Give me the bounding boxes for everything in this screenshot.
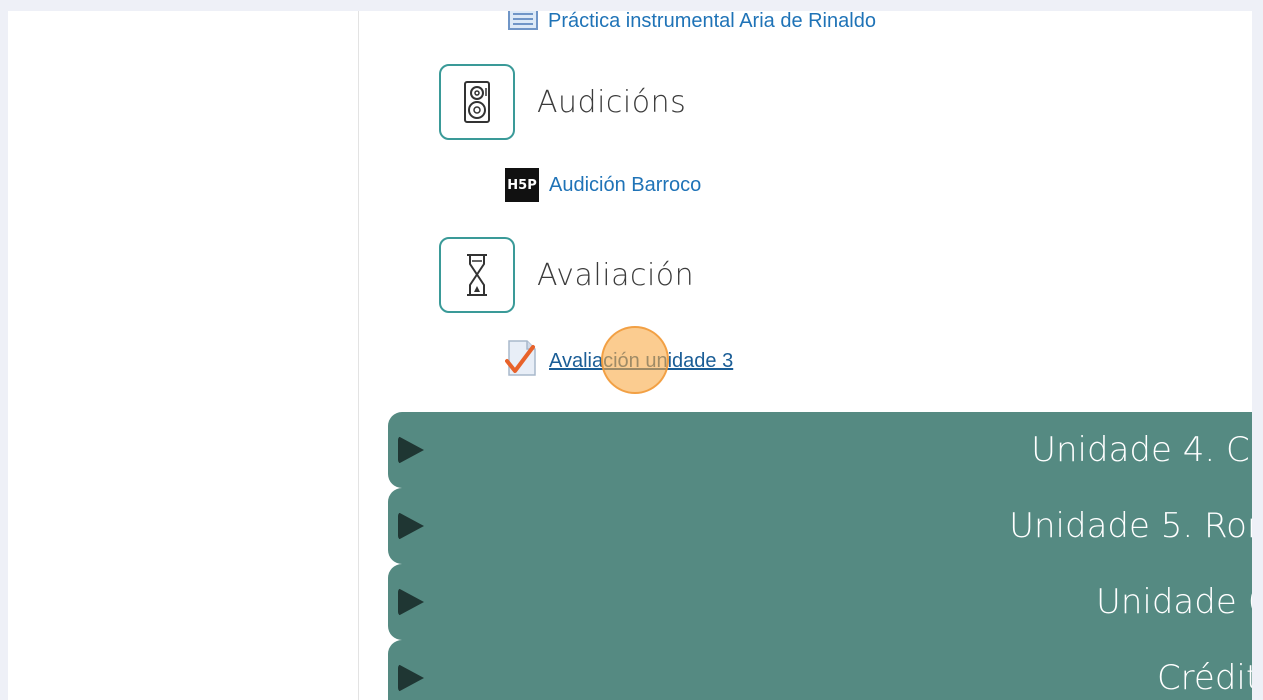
expand-arrow-icon[interactable] [398, 436, 424, 464]
unit-6-bar[interactable]: Unidade 6. [388, 564, 1252, 640]
speaker-icon [439, 64, 515, 140]
section-audicions: Audicións [439, 64, 686, 140]
unit-5-bar[interactable]: Unidade 5. Rom [388, 488, 1252, 564]
activity-listening-label[interactable]: Audición Barroco [549, 174, 701, 197]
unit-title[interactable]: Unidade 5. Rom [1009, 506, 1252, 546]
activity-listening[interactable]: H5P Audición Barroco [505, 168, 701, 202]
left-column [8, 11, 359, 700]
section-avaliacion: Avaliación [439, 237, 694, 313]
unit-4-bar[interactable]: Unidade 4. Cla [388, 412, 1252, 488]
unit-title[interactable]: Unidade 6. [1096, 582, 1252, 622]
page-icon [508, 11, 538, 36]
hourglass-icon [439, 237, 515, 313]
course-content-viewport: Práctica instrumental Aria de Rinaldo Au… [8, 11, 1252, 700]
click-indicator [601, 326, 669, 394]
unit-title[interactable]: Crédito [1157, 658, 1252, 698]
quiz-check-icon [505, 339, 539, 383]
activity-practice[interactable]: Práctica instrumental Aria de Rinaldo [508, 11, 876, 36]
activity-practice-label[interactable]: Práctica instrumental Aria de Rinaldo [548, 11, 876, 33]
unit-title[interactable]: Unidade 4. Cla [1031, 430, 1252, 470]
h5p-icon: H5P [505, 168, 539, 202]
expand-arrow-icon[interactable] [398, 512, 424, 540]
expand-arrow-icon[interactable] [398, 588, 424, 616]
section-avaliacion-title: Avaliación [537, 257, 695, 293]
credits-bar[interactable]: Crédito [388, 640, 1252, 700]
section-audicions-title: Audicións [537, 84, 687, 120]
expand-arrow-icon[interactable] [398, 664, 424, 692]
